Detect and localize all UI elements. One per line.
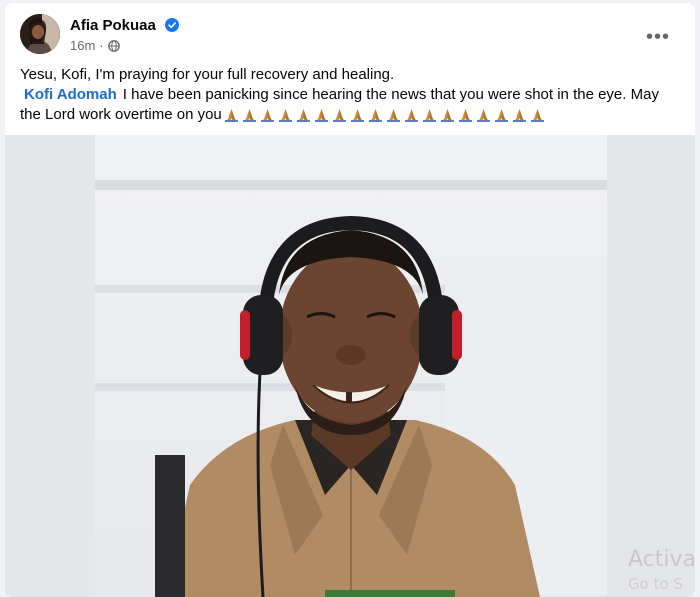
mention-link[interactable]: Kofi Adomah — [24, 86, 117, 103]
folded-hands-emoji — [476, 109, 490, 122]
os-activation-watermark: Activa Go to S — [628, 548, 696, 596]
post-photo[interactable] — [95, 135, 607, 597]
post-header: Afia Pokuaa 16m · ••• — [20, 13, 680, 61]
folded-hands-emoji — [404, 109, 418, 122]
post-meta: 16m · — [70, 38, 120, 53]
folded-hands-emoji — [278, 109, 292, 122]
watermark-line1: Activa — [628, 547, 696, 572]
watermark-line2: Go to S — [628, 575, 683, 593]
folded-hands-emoji — [296, 109, 310, 122]
folded-hands-emoji — [260, 109, 274, 122]
folded-hands-emoji — [494, 109, 508, 122]
folded-hands-emoji — [512, 109, 526, 122]
folded-hands-emoji — [458, 109, 472, 122]
meta-separator: · — [99, 38, 104, 53]
author-name[interactable]: Afia Pokuaa — [70, 17, 180, 34]
folded-hands-emoji — [422, 109, 436, 122]
folded-hands-emoji — [440, 109, 454, 122]
emoji-row — [223, 108, 546, 122]
post-text-line1: Yesu, Kofi, I'm praying for your full re… — [20, 66, 395, 83]
author-avatar[interactable] — [20, 14, 60, 54]
verified-badge-icon — [165, 18, 180, 32]
folded-hands-emoji — [314, 109, 328, 122]
folded-hands-emoji — [332, 109, 346, 122]
folded-hands-emoji — [368, 109, 382, 122]
folded-hands-emoji — [530, 109, 544, 122]
author-name-text[interactable]: Afia Pokuaa — [70, 17, 156, 34]
post-card: Afia Pokuaa 16m · ••• Yesu, Kofi, I'm pr… — [5, 3, 695, 597]
globe-icon[interactable] — [107, 39, 120, 52]
folded-hands-emoji — [242, 109, 256, 122]
more-options-icon[interactable]: ••• — [640, 19, 676, 55]
folded-hands-emoji — [224, 109, 238, 122]
post-timestamp[interactable]: 16m — [70, 38, 95, 53]
folded-hands-emoji — [386, 109, 400, 122]
post-text: Yesu, Kofi, I'm praying for your full re… — [20, 65, 680, 125]
post-text-line2: Kofi Adomah I have been panicking since h… — [20, 85, 680, 125]
post-photo-container[interactable] — [5, 135, 695, 597]
folded-hands-emoji — [350, 109, 364, 122]
